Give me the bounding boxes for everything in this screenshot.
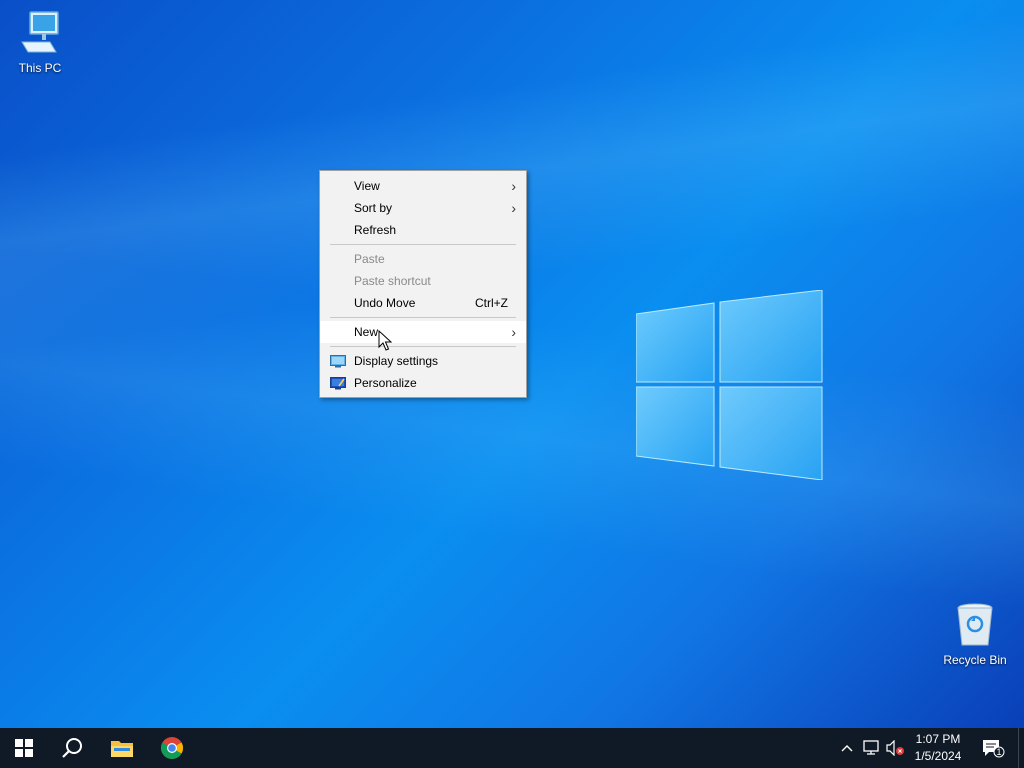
show-hidden-icons-button[interactable] [838,728,856,768]
menu-item-undo-move[interactable]: Undo Move Ctrl+Z [320,292,526,314]
personalize-icon [330,377,346,390]
clock-time: 1:07 PM [915,732,961,746]
windows-logo-wallpaper [636,290,823,480]
menu-item-new[interactable]: New › [320,321,526,343]
menu-item-refresh[interactable]: Refresh [320,219,526,241]
menu-item-view[interactable]: View › [320,175,526,197]
menu-separator [330,244,516,245]
menu-item-paste-shortcut[interactable]: Paste shortcut [320,270,526,292]
start-icon [15,739,33,757]
menu-item-sort-by[interactable]: Sort by › [320,197,526,219]
chevron-right-icon: › [511,324,516,340]
menu-separator [330,346,516,347]
desktop-icon-label: This PC [18,61,62,75]
search-button[interactable] [48,728,96,768]
chrome-button[interactable] [148,728,196,768]
chevron-right-icon: › [511,178,516,194]
chevron-right-icon: › [511,200,516,216]
file-explorer-icon [111,741,133,757]
recycle-bin-icon [957,603,993,646]
mouse-cursor-icon [378,330,392,351]
network-icon [863,740,879,755]
desktop-context-menu: View › Sort by › Refresh Paste Paste sho… [319,170,527,398]
desktop-background[interactable]: This PC Recycle Bin View › Sort by › Ref… [0,0,1024,728]
desktop-icon-this-pc[interactable]: This PC [0,8,80,75]
desktop-icon-label: Recycle Bin [943,653,1007,667]
action-center-button[interactable]: 1 [980,728,1006,768]
network-button[interactable] [860,728,882,768]
volume-muted-icon [886,740,904,756]
menu-shortcut: Ctrl+Z [475,296,508,310]
menu-item-personalize[interactable]: Personalize [320,372,526,394]
menu-separator [330,317,516,318]
notification-count-badge: 1 [996,747,1002,757]
search-icon [62,738,82,758]
chevron-up-icon [841,745,853,752]
chrome-icon [161,737,183,759]
volume-button[interactable] [884,728,906,768]
clock-date: 1/5/2024 [914,749,962,763]
computer-icon [21,11,59,53]
menu-item-display-settings[interactable]: Display settings [320,350,526,372]
menu-item-paste[interactable]: Paste [320,248,526,270]
file-explorer-button[interactable] [98,728,146,768]
display-settings-icon [330,355,346,368]
taskbar: 1:07 PM 1/5/2024 1 [0,728,1024,768]
taskbar-clock[interactable]: 1:07 PM 1/5/2024 [908,731,968,765]
show-desktop-button[interactable] [1018,728,1024,768]
start-button[interactable] [0,728,48,768]
desktop-icon-recycle-bin[interactable]: Recycle Bin [935,600,1015,667]
